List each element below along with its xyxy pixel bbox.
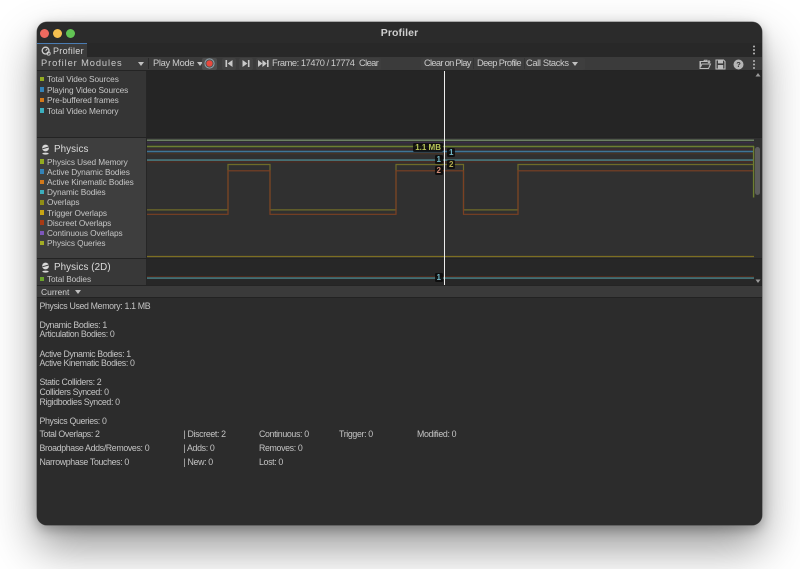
- previous-frame-icon: [225, 60, 233, 67]
- chevron-down-icon: [75, 290, 81, 294]
- toolbar-separator: [148, 58, 149, 69]
- profiler-gauge-icon: [41, 46, 51, 56]
- next-frame-icon: [242, 60, 250, 67]
- selected-frame-playhead[interactable]: [444, 71, 445, 286]
- counter-value-badge: 1: [435, 273, 443, 282]
- detail-table-cell: Modified: 0: [417, 429, 456, 439]
- detail-table-cell: Total Overlaps: 2: [40, 429, 100, 439]
- detail-stat-line: Colliders Synced: 0: [40, 387, 109, 397]
- toolbar-separator: [524, 58, 525, 69]
- record-button[interactable]: [202, 58, 217, 70]
- detail-table-cell: Lost: 0: [259, 457, 283, 467]
- counter-step-line-discreet-overlaps: [147, 170, 754, 214]
- detail-table-cell: Broadphase Adds/Removes: 0: [40, 443, 150, 453]
- chart-plot: [37, 71, 762, 286]
- detail-table-cell: Continuous: 0: [259, 429, 309, 439]
- profiler-window: Profiler Profiler Profiler Modules Play …: [37, 22, 762, 525]
- help-icon[interactable]: ?: [733, 59, 744, 70]
- tab-pane-menu-icon[interactable]: [750, 44, 758, 56]
- details-pane: Physics Used Memory: 1.1 MB Dynamic Bodie…: [37, 298, 762, 525]
- frame-counter: Frame: 17470 / 17774: [272, 57, 354, 70]
- detail-stat-line: Active Dynamic Bodies: 1: [40, 349, 131, 359]
- chart-vertical-scrollbar[interactable]: [754, 71, 761, 286]
- toolbar: Profiler Modules Play Mode: [37, 57, 762, 71]
- counter-value-badge: 1: [447, 148, 455, 157]
- profiler-modules-dropdown[interactable]: Profiler Modules: [41, 57, 123, 70]
- tab-profiler[interactable]: Profiler: [37, 43, 87, 57]
- counter-value-badge: 2: [447, 160, 455, 169]
- current-dropdown[interactable]: Current: [41, 286, 69, 298]
- load-profile-icon[interactable]: [699, 59, 712, 70]
- detail-table-cell: | Discreet: 2: [184, 429, 226, 439]
- chart-area: Total Video SourcesPlaying Video Sources…: [37, 71, 762, 286]
- save-profile-icon[interactable]: [715, 59, 726, 70]
- play-mode-dropdown[interactable]: Play Mode: [153, 57, 194, 70]
- clear-button[interactable]: Clear: [359, 57, 378, 70]
- chevron-down-icon: [572, 62, 578, 66]
- detail-table-cell: | Adds: 0: [184, 443, 215, 453]
- detail-stat-line: Static Colliders: 2: [40, 377, 102, 387]
- scroll-down-icon[interactable]: [755, 278, 761, 284]
- next-frame-button[interactable]: [239, 58, 253, 70]
- detail-table-cell: Removes: 0: [259, 443, 302, 453]
- detail-table-cell: | New: 0: [184, 457, 213, 467]
- detail-table-cell: Narrowphase Touches: 0: [40, 457, 129, 467]
- previous-frame-button[interactable]: [222, 58, 236, 70]
- detail-stat-line: Dynamic Bodies: 1: [40, 320, 107, 330]
- tab-label: Profiler: [53, 46, 84, 56]
- deep-profile-button[interactable]: Deep Profile: [477, 57, 521, 70]
- clear-on-play-button[interactable]: Clear on Play: [424, 57, 471, 70]
- counter-value-badge: 1.1 MB: [413, 143, 443, 152]
- detail-stat-line: Physics Used Memory: 1.1 MB: [40, 301, 151, 311]
- counter-value-badge: 2: [435, 166, 443, 175]
- current-frame-button[interactable]: [256, 58, 272, 70]
- detail-table-cell: Trigger: 0: [339, 429, 373, 439]
- current-frame-icon: [258, 60, 269, 67]
- call-stacks-dropdown[interactable]: Call Stacks: [526, 57, 569, 70]
- current-frame-bar: Current: [37, 285, 762, 298]
- scrollbar-thumb[interactable]: [755, 147, 760, 195]
- detail-stat-line: Active Kinematic Bodies: 0: [40, 358, 135, 368]
- kebab-menu-icon[interactable]: [750, 59, 758, 70]
- chevron-down-icon: [138, 62, 144, 66]
- record-icon: [204, 58, 215, 69]
- svg-text:?: ?: [736, 60, 741, 69]
- detail-stat-line: Articulation Bodies: 0: [40, 329, 115, 339]
- scroll-up-icon[interactable]: [755, 72, 761, 78]
- detail-stat-line: Physics Queries: 0: [40, 416, 107, 426]
- detail-stat-line: Rigidbodies Synced: 0: [40, 397, 120, 407]
- tab-bar: Profiler: [37, 43, 762, 57]
- toolbar-separator: [473, 58, 474, 69]
- counter-value-badge: 1: [435, 155, 443, 164]
- window-title: Profiler: [37, 22, 762, 43]
- window-titlebar[interactable]: Profiler: [37, 22, 762, 43]
